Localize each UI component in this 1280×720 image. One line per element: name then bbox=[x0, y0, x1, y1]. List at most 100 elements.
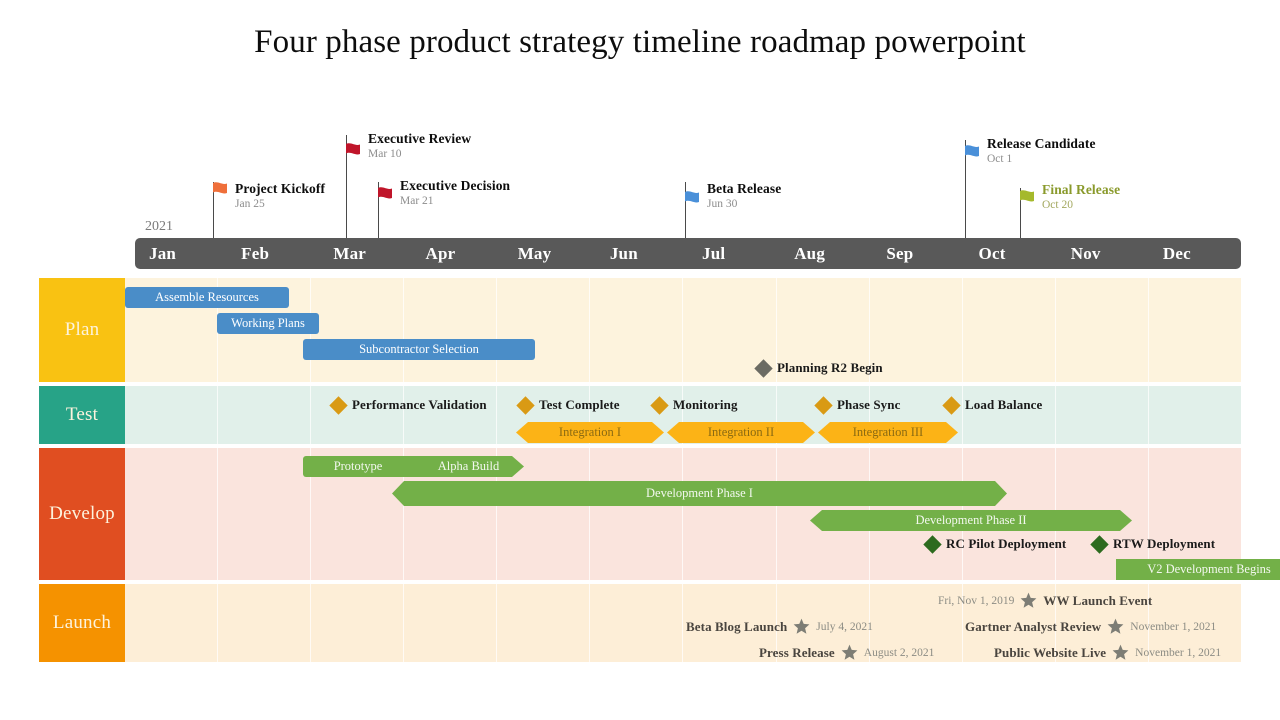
roadmap-slide: Four phase product strategy timeline roa… bbox=[0, 0, 1280, 720]
month-jul[interactable]: Jul bbox=[688, 238, 780, 269]
gridcell bbox=[1149, 278, 1241, 382]
flag-milestone-text: Release Candidate Oct 1 bbox=[987, 136, 1096, 166]
month-nov[interactable]: Nov bbox=[1057, 238, 1149, 269]
gridcell bbox=[1056, 278, 1149, 382]
flag-milestone-name: Final Release bbox=[1042, 182, 1121, 197]
month-jun[interactable]: Jun bbox=[596, 238, 688, 269]
swimlane-label-test[interactable]: Test bbox=[39, 386, 125, 444]
gridcell bbox=[963, 278, 1056, 382]
flag-milestone-name: Beta Release bbox=[707, 181, 782, 196]
swimlane-label-launch[interactable]: Launch bbox=[39, 584, 125, 662]
milestone-date: Fri, Nov 1, 2019 bbox=[938, 594, 1015, 607]
milestone-label: Monitoring bbox=[673, 397, 738, 412]
milestone-label: RTW Deployment bbox=[1113, 536, 1216, 551]
milestone-monitoring[interactable]: Monitoring bbox=[650, 395, 738, 415]
month-dec[interactable]: Dec bbox=[1149, 238, 1241, 269]
task-bar-v2-development-begins[interactable]: V2 Development Begins bbox=[1116, 559, 1280, 580]
swimlane-body-develop: Prototype Alpha Build Development Phase … bbox=[125, 448, 1241, 580]
star-icon bbox=[841, 644, 858, 661]
gridcell bbox=[218, 386, 312, 444]
flag-milestone-layer: Project Kickoff Jan 25 Executive Review … bbox=[0, 0, 1280, 240]
swimlane-plan: Plan Assemble Resources Working Plans Su… bbox=[39, 278, 1241, 382]
gridcell bbox=[963, 386, 1056, 444]
month-jan[interactable]: Jan bbox=[135, 238, 227, 269]
task-bar-working-plans[interactable]: Working Plans bbox=[217, 313, 319, 334]
gridcell bbox=[497, 584, 591, 662]
milestone-press-release[interactable]: Press Release August 2, 2021 bbox=[759, 644, 934, 661]
flag-milestone-text: Beta Release Jun 30 bbox=[707, 181, 781, 211]
gridcell bbox=[590, 448, 684, 580]
month-feb[interactable]: Feb bbox=[227, 238, 319, 269]
swimlane-body-test: Performance Validation Test Complete Mon… bbox=[125, 386, 1241, 444]
month-sep[interactable]: Sep bbox=[872, 238, 964, 269]
gridcell bbox=[404, 278, 498, 382]
task-bar-development-phase-i[interactable]: Development Phase I bbox=[392, 481, 1007, 506]
task-bar-development-phase-ii[interactable]: Development Phase II bbox=[810, 510, 1132, 531]
milestone-public-website-live[interactable]: Public Website Live November 1, 2021 bbox=[994, 644, 1221, 661]
month-oct[interactable]: Oct bbox=[965, 238, 1057, 269]
task-bar-integration-i[interactable]: Integration I bbox=[516, 422, 664, 443]
milestone-test-complete[interactable]: Test Complete bbox=[516, 395, 620, 415]
gridcell bbox=[590, 278, 684, 382]
task-bar-prototype[interactable]: Prototype bbox=[303, 456, 413, 477]
task-bar-alpha-build[interactable]: Alpha Build bbox=[413, 456, 524, 477]
milestone-load-balance[interactable]: Load Balance bbox=[942, 395, 1042, 415]
milestone-label: RC Pilot Deployment bbox=[946, 536, 1067, 551]
swimlane-test: Test Performance Validation Test Complet bbox=[39, 386, 1241, 444]
milestone-ww-launch-event[interactable]: Fri, Nov 1, 2019 WW Launch Event bbox=[938, 592, 1152, 609]
task-bar-integration-ii[interactable]: Integration II bbox=[667, 422, 815, 443]
flag-milestone-date: Oct 20 bbox=[1042, 199, 1073, 211]
gridcell bbox=[1056, 386, 1149, 444]
gridcell bbox=[404, 386, 498, 444]
flag-icon bbox=[346, 143, 365, 159]
gridcell bbox=[311, 386, 405, 444]
gridcell bbox=[311, 278, 405, 382]
star-icon bbox=[1107, 618, 1124, 635]
gridcell bbox=[218, 448, 312, 580]
swimlane-develop: Develop Prototype Alpha Build Developmen… bbox=[39, 448, 1241, 580]
flag-icon bbox=[1020, 190, 1039, 206]
gridcell bbox=[125, 386, 219, 444]
flag-milestone-text: Final Release Oct 20 bbox=[1042, 182, 1120, 212]
flag-icon bbox=[378, 187, 397, 203]
flag-icon bbox=[685, 191, 704, 207]
month-aug[interactable]: Aug bbox=[780, 238, 872, 269]
gridcell bbox=[218, 584, 312, 662]
month-may[interactable]: May bbox=[504, 238, 596, 269]
milestone-label: Planning R2 Begin bbox=[777, 360, 883, 375]
month-mar[interactable]: Mar bbox=[319, 238, 411, 269]
swimlane-body-launch: Fri, Nov 1, 2019 WW Launch Event Beta Bl… bbox=[125, 584, 1241, 662]
star-icon bbox=[793, 618, 810, 635]
swimlane-container: Plan Assemble Resources Working Plans Su… bbox=[39, 278, 1241, 666]
milestone-label: Gartner Analyst Review bbox=[965, 618, 1102, 634]
diamond-icon bbox=[329, 395, 348, 415]
star-icon bbox=[1112, 644, 1129, 661]
milestone-gartner-analyst-review[interactable]: Gartner Analyst Review November 1, 2021 bbox=[965, 618, 1216, 635]
gridcell bbox=[125, 448, 219, 580]
milestone-date: November 1, 2021 bbox=[1130, 620, 1217, 633]
diamond-icon bbox=[923, 534, 942, 554]
diamond-icon bbox=[754, 358, 773, 378]
milestone-planning-r2-begin[interactable]: Planning R2 Begin bbox=[754, 358, 883, 378]
milestone-phase-sync[interactable]: Phase Sync bbox=[814, 395, 901, 415]
diamond-icon bbox=[814, 395, 833, 415]
task-bar-subcontractor-selection[interactable]: Subcontractor Selection bbox=[303, 339, 535, 360]
flag-milestone-name: Executive Decision bbox=[400, 178, 511, 193]
milestone-performance-validation[interactable]: Performance Validation bbox=[329, 395, 487, 415]
flag-icon bbox=[213, 182, 232, 198]
swimlane-label-develop[interactable]: Develop bbox=[39, 448, 125, 580]
milestone-rc-pilot-deployment[interactable]: RC Pilot Deployment bbox=[923, 534, 1067, 554]
month-apr[interactable]: Apr bbox=[412, 238, 504, 269]
gridcell bbox=[404, 584, 498, 662]
diamond-icon bbox=[516, 395, 535, 415]
gridcell bbox=[1149, 386, 1241, 444]
flag-milestone-name: Executive Review bbox=[368, 131, 472, 146]
milestone-label: Phase Sync bbox=[837, 397, 901, 412]
milestone-beta-blog-launch[interactable]: Beta Blog Launch July 4, 2021 bbox=[686, 618, 873, 635]
task-bar-assemble-resources[interactable]: Assemble Resources bbox=[125, 287, 289, 308]
task-bar-integration-iii[interactable]: Integration III bbox=[818, 422, 958, 443]
milestone-rtw-deployment[interactable]: RTW Deployment bbox=[1090, 534, 1216, 554]
month-header-bar: Jan Feb Mar Apr May Jun Jul Aug Sep Oct … bbox=[135, 238, 1241, 269]
swimlane-label-plan[interactable]: Plan bbox=[39, 278, 125, 382]
gridcell bbox=[683, 448, 777, 580]
